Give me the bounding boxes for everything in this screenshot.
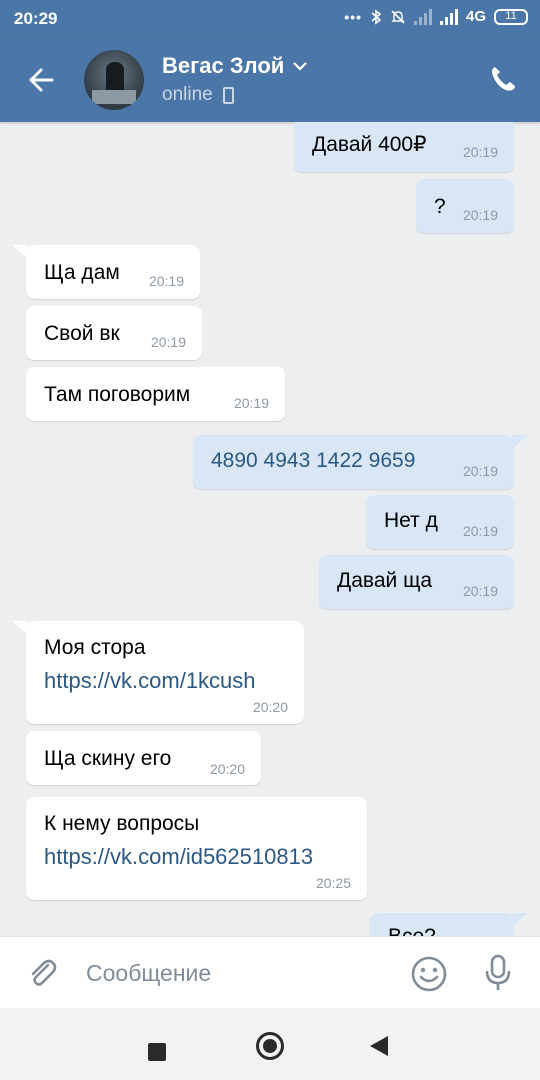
message-time: 20:19	[233, 395, 269, 411]
message-bubble-in[interactable]: Ща скину его 20:20	[26, 731, 261, 785]
message-text: ?	[434, 195, 446, 218]
home-icon[interactable]	[256, 1032, 284, 1060]
arrow-left-icon[interactable]	[22, 60, 62, 100]
status-time: 20:29	[14, 9, 58, 28]
message-time: 20:19	[150, 334, 186, 350]
message-time: 20:25	[315, 875, 351, 891]
message-time: 20:19	[462, 523, 498, 539]
smile-icon[interactable]	[410, 955, 448, 993]
message-text: Нет д	[384, 509, 438, 532]
message-text[interactable]: 4890 4943 1422 9659	[211, 449, 415, 473]
mobile-device-icon	[222, 86, 234, 104]
message-bubble-out[interactable]: Нет д 20:19	[366, 495, 514, 549]
system-nav-bar	[0, 1008, 540, 1080]
status-icons: ••• 4G 11	[344, 8, 528, 25]
system-back-icon[interactable]	[370, 1036, 388, 1056]
message-text: Ща скину его	[44, 747, 172, 770]
presence-text: online	[162, 84, 213, 105]
more-notifications-icon: •••	[344, 8, 362, 25]
message-text: Свой вк	[44, 322, 120, 345]
battery-icon: 11	[494, 8, 528, 25]
avatar-figure	[106, 62, 124, 92]
message-input[interactable]: Сообщение	[86, 960, 211, 987]
message-text: Моя стора	[44, 636, 146, 659]
message-time: 20:19	[462, 207, 498, 223]
bluetooth-icon	[371, 8, 382, 25]
avatar[interactable]	[84, 50, 144, 110]
message-bubble-out[interactable]: ? 20:19	[416, 179, 514, 233]
contact-name[interactable]: Вегас Злой	[162, 53, 308, 79]
message-bubble-in[interactable]: К нему вопросы https://vk.com/id56251081…	[26, 797, 367, 900]
bubble-tail	[512, 435, 528, 449]
battery-level: 11	[505, 10, 517, 22]
message-text: Давай ща	[337, 569, 433, 592]
message-bubble-in[interactable]: Моя стора https://vk.com/1kcush 20:20	[26, 621, 304, 724]
message-link[interactable]: https://vk.com/id562510813	[44, 844, 313, 870]
message-composer: Сообщение	[0, 936, 540, 1008]
message-time: 20:20	[252, 699, 288, 715]
message-time: 20:19	[462, 144, 498, 160]
chevron-down-icon	[293, 62, 308, 71]
signal-1-icon	[413, 8, 432, 25]
message-text: Там поговорим	[44, 383, 191, 406]
chat-header: Вегас Злой online	[0, 38, 540, 122]
message-bubble-out[interactable]: 4890 4943 1422 9659 20:19	[193, 435, 514, 489]
phone-icon[interactable]	[488, 64, 518, 94]
message-text: К нему вопросы	[44, 812, 200, 835]
message-text: Все?	[388, 925, 436, 936]
avatar-base	[92, 90, 136, 104]
message-bubble-in[interactable]: Ща дам 20:19	[26, 245, 200, 299]
message-text: Давай 400₽	[312, 133, 427, 156]
network-type: 4G	[465, 8, 486, 25]
message-time: 20:19	[148, 273, 184, 289]
message-bubble-out[interactable]: Все?	[370, 913, 514, 936]
message-bubble-in[interactable]: Свой вк 20:19	[26, 306, 202, 360]
message-bubble-out[interactable]: Давай ща 20:19	[319, 555, 514, 609]
message-time: 20:19	[462, 583, 498, 599]
message-bubble-in[interactable]: Там поговорим 20:19	[26, 367, 285, 421]
signal-2-icon	[439, 8, 458, 25]
bubble-tail	[512, 913, 528, 927]
message-text: Ща дам	[44, 261, 120, 284]
mute-bell-icon	[391, 9, 405, 24]
message-list[interactable]: Давай 400₽ 20:19 ? 20:19 Ща дам 20:19 Св…	[0, 122, 540, 936]
status-bar: 20:29 ••• 4G 11	[0, 0, 540, 38]
recent-apps-icon[interactable]	[148, 1043, 166, 1061]
message-bubble-out[interactable]: Давай 400₽ 20:19	[294, 122, 514, 172]
message-time: 20:19	[462, 463, 498, 479]
paperclip-icon[interactable]	[24, 955, 60, 991]
presence-status: online	[162, 84, 234, 106]
message-link[interactable]: https://vk.com/1kcush	[44, 668, 256, 694]
message-time: 20:20	[209, 761, 245, 777]
contact-name-text: Вегас Злой	[162, 53, 285, 78]
microphone-icon[interactable]	[482, 953, 514, 993]
